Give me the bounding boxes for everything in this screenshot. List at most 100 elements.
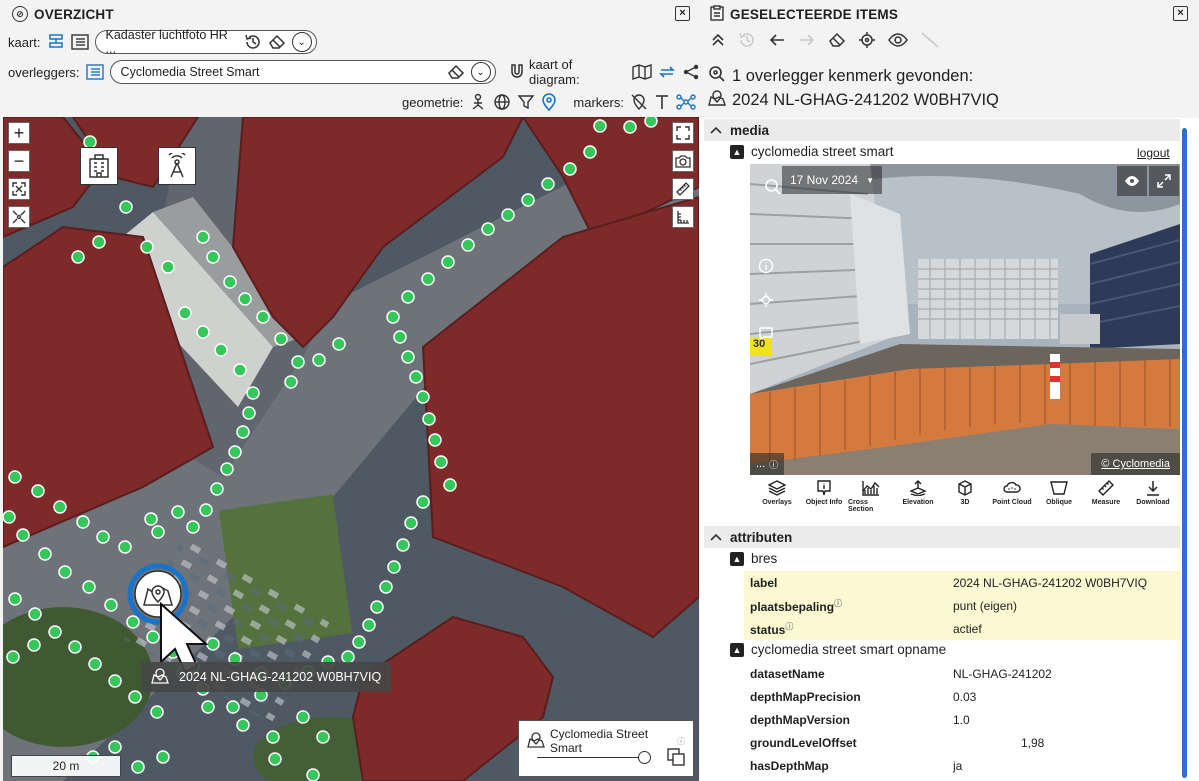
attr-row-datasetname: datasetName NL-GHAG-241202 [744, 662, 1180, 685]
overlay-select[interactable]: Cyclomedia Street Smart ⌄ [109, 60, 496, 84]
tool-oblique[interactable]: Oblique [1036, 480, 1082, 520]
zoom-in-button[interactable]: + [8, 122, 30, 144]
area-measure-icon[interactable] [672, 206, 694, 228]
target-icon[interactable] [858, 31, 876, 52]
attr-key: groundLevelOffset [750, 735, 857, 750]
map-canvas[interactable]: + − 2024 NL-GHAG-241202 W0BH7VIQ 20 m Cy… [3, 117, 699, 781]
opname-group-header[interactable]: ▲ cyclomedia street smart opname [730, 642, 946, 657]
layers-tree-icon[interactable] [47, 33, 65, 51]
copy-icon[interactable] [667, 748, 685, 769]
zoom-out-button[interactable]: − [8, 150, 30, 172]
tool-measure[interactable]: Measure [1083, 480, 1129, 520]
collapse-toggle-icon[interactable]: ▲ [730, 144, 744, 159]
info-icon[interactable]: ⓘ [785, 622, 793, 631]
fullscreen-button[interactable] [672, 122, 694, 144]
magnet-icon[interactable] [508, 63, 526, 81]
chevron-up-icon [710, 530, 722, 545]
globe-icon[interactable] [493, 93, 511, 111]
viewer-info-icon[interactable] [758, 258, 774, 277]
kaart-label: kaart: [8, 34, 41, 50]
tool-cross-section[interactable]: Cross Section [848, 480, 894, 520]
opacity-slider-track[interactable] [537, 757, 649, 758]
tool-object-info[interactable]: Object Info [801, 480, 847, 520]
attributes-section-header[interactable]: attributen [704, 526, 1180, 548]
person-pin-icon[interactable] [469, 93, 487, 111]
collapse-toggle-icon[interactable]: ▲ [730, 551, 744, 566]
street-view-viewer[interactable]: 17 Nov 2024 ▼ 30 ... ⓘ © Cyclomedia [750, 164, 1180, 475]
marker-off-icon[interactable] [630, 93, 648, 111]
viewer-attribution-toggle[interactable]: ... ⓘ [750, 453, 785, 475]
scrollbar[interactable] [1182, 128, 1187, 778]
history-icon[interactable] [244, 33, 262, 51]
eye-icon[interactable] [888, 32, 908, 51]
map-or-diagram-label: kaart of diagram: [529, 57, 580, 87]
camera-icon[interactable] [672, 150, 694, 172]
opacity-slider-handle[interactable] [638, 751, 651, 764]
media-subheader[interactable]: ▲ cyclomedia street smart [730, 144, 894, 159]
zoom-extent-button[interactable] [8, 178, 30, 200]
attr-value: 1.0 [953, 712, 970, 727]
tool-overlays[interactable]: Overlays [754, 480, 800, 520]
swap-icon[interactable] [658, 63, 676, 81]
download-icon [1147, 481, 1159, 496]
location-pin-icon[interactable] [541, 93, 557, 111]
attr-value: actief [953, 621, 982, 636]
antenna-marker-icon[interactable] [158, 147, 196, 185]
clipboard-icon [710, 4, 724, 24]
eraser-icon[interactable] [268, 34, 286, 50]
arrow-left-icon[interactable] [768, 32, 786, 51]
cross-section-icon [862, 481, 880, 496]
point-cloud-icon [1003, 481, 1021, 493]
logout-link[interactable]: logout [1137, 146, 1170, 160]
filter-icon[interactable] [517, 93, 535, 111]
eraser-icon[interactable] [447, 64, 465, 80]
tool-3d[interactable]: 3D [942, 480, 988, 520]
chevron-down-icon[interactable]: ⌄ [470, 62, 491, 82]
collapse-toggle-icon[interactable]: ▲ [730, 642, 744, 657]
list-icon[interactable] [85, 64, 104, 80]
tool-download[interactable]: Download [1130, 480, 1176, 520]
list-icon[interactable] [70, 34, 89, 50]
basemap-select[interactable]: Kadaster luchtfoto HR ... ⌄ [94, 28, 317, 56]
eraser-icon[interactable] [828, 32, 846, 51]
chevron-up-icon [710, 123, 722, 138]
attr-row-hasdepthmap: hasDepthMap ja [744, 754, 1180, 777]
bres-group-header[interactable]: ▲ bres [730, 551, 777, 566]
attr-row-groundleveloffset: groundLevelOffset 1,98 [744, 731, 1180, 754]
tool-point-cloud[interactable]: Point Cloud [989, 480, 1035, 520]
attr-value: 0.03 [953, 689, 977, 704]
zoom-selection-button[interactable] [8, 206, 30, 228]
viewer-expand-button[interactable] [1149, 166, 1179, 196]
chevron-down-icon[interactable]: ⌄ [291, 32, 312, 52]
viewer-visibility-button[interactable] [1117, 166, 1147, 196]
network-icon[interactable] [676, 93, 696, 111]
layer-title-row: Cyclomedia Street Smart ⓘ [527, 727, 685, 755]
close-selection-button[interactable]: × [1173, 6, 1188, 21]
elevation-icon [909, 480, 927, 496]
viewer-locate-icon[interactable] [758, 292, 774, 311]
info-icon[interactable]: ⓘ [677, 736, 685, 747]
layer-opacity-panel: Cyclomedia Street Smart ⓘ [518, 720, 694, 777]
share-icon[interactable] [682, 63, 700, 81]
collapse-all-icon[interactable] [710, 32, 726, 51]
cyclomedia-copyright-link[interactable]: © Cyclomedia [1091, 453, 1180, 475]
overview-panel: ⊘ OVERZICHT × kaart: Kadaster luchtfoto … [0, 0, 700, 781]
attr-value: punt (eigen) [953, 598, 1018, 613]
tool-elevation[interactable]: Elevation [895, 480, 941, 520]
media-section-header[interactable]: media [704, 119, 1180, 141]
feature-map-icon [708, 89, 726, 112]
kaart-row: kaart: Kadaster luchtfoto HR ... ⌄ [8, 28, 317, 56]
attr-value: NL-GHAG-241202 [953, 666, 1052, 681]
info-icon[interactable]: ⓘ [834, 599, 842, 608]
attr-key: status [750, 622, 786, 637]
text-icon[interactable] [654, 93, 670, 111]
measure-ruler-icon[interactable] [672, 178, 694, 200]
recording-date-select[interactable]: 17 Nov 2024 ▼ [782, 166, 882, 194]
oblique-icon [1050, 481, 1068, 495]
selection-panel: GESELECTEERDE ITEMS × 1 overlegger kenme… [700, 0, 1199, 781]
map-icon[interactable] [632, 64, 652, 80]
building-marker-icon[interactable] [80, 147, 118, 185]
arrow-right-icon [798, 32, 816, 51]
attr-row-plaatsbepaling: plaatsbepalingⓘ punt (eigen) [744, 594, 1180, 617]
close-overview-button[interactable]: × [675, 6, 690, 21]
